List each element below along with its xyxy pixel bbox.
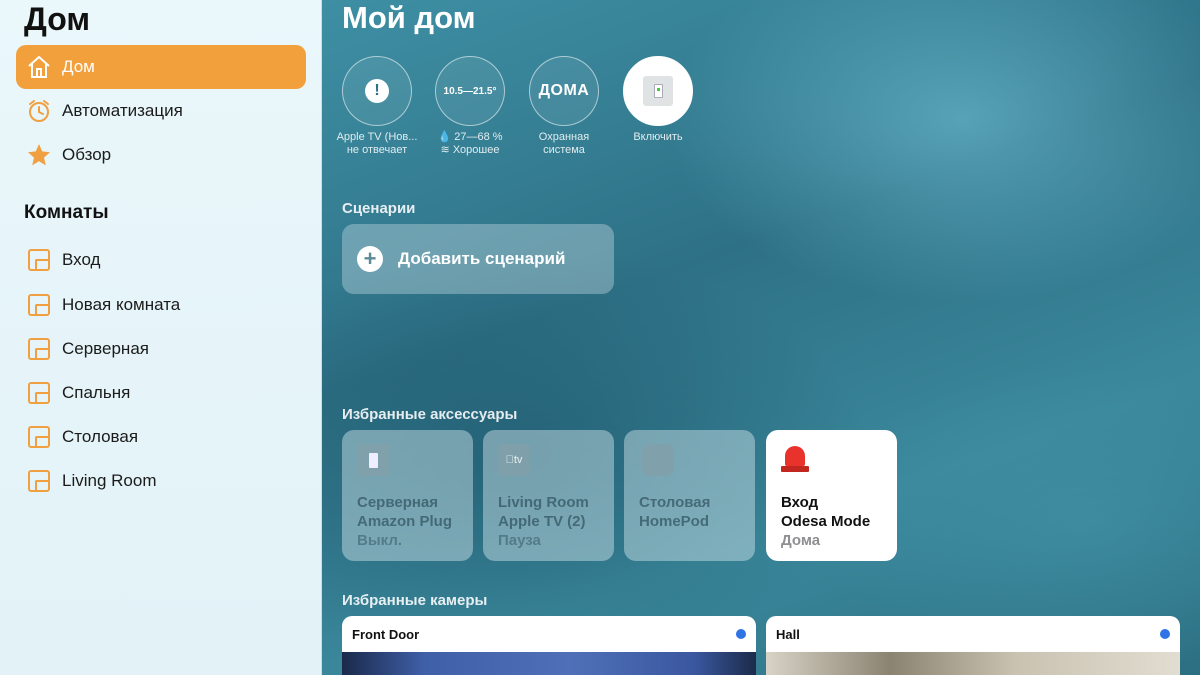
room-icon: [24, 378, 54, 408]
room-icon: [24, 466, 54, 496]
status-plug[interactable]: Включить: [613, 56, 703, 144]
camera-tile[interactable]: Hall: [766, 616, 1180, 675]
sidebar-item-label: Обзор: [62, 145, 112, 164]
sidebar-item-label: Living Room: [62, 471, 157, 490]
status-security[interactable]: ДОМА Охранная система: [519, 56, 609, 157]
room-icon: [24, 334, 54, 364]
status-climate[interactable]: 10.5—21.5° 💧 27—68 % ≋ Хорошее: [425, 56, 515, 157]
sidebar-title: Дом: [24, 1, 90, 37]
homepod-icon: [642, 444, 674, 476]
status-circle: 10.5—21.5°: [435, 56, 505, 126]
camera-preview: [342, 652, 756, 675]
sidebar-item-label: Новая комната: [62, 295, 181, 314]
main-panel: Мой дом ! Apple TV (Нов... не отвечает 1…: [322, 0, 1200, 675]
room-icon: [24, 245, 54, 275]
house-icon: [24, 52, 54, 82]
accessory-name: Вход Odesa Mode: [781, 494, 871, 530]
accessory-name: Столовая HomePod: [639, 494, 711, 530]
siren-icon: [781, 444, 813, 476]
room-icon: [24, 422, 54, 452]
accessory-tile[interactable]: Вход Odesa Mode Дома: [766, 430, 897, 561]
sidebar-item-room[interactable]: Новая комната: [16, 283, 306, 327]
clock-icon: [24, 96, 54, 126]
sidebar-item-label: Спальня: [62, 383, 131, 402]
sidebar-item-room[interactable]: Столовая: [16, 415, 306, 459]
camera-name: Front Door: [352, 626, 420, 642]
accessory-name: Living Room Apple TV (2): [498, 494, 589, 530]
accessory-tile[interactable]: Серверная Amazon Plug Выкл.: [342, 430, 473, 561]
plus-icon: +: [357, 246, 383, 272]
accessory-state: Пауза: [498, 532, 541, 549]
sidebar-item-label: Столовая: [62, 427, 139, 446]
accessory-name: Серверная Amazon Plug: [357, 494, 453, 530]
live-indicator-icon: [1160, 629, 1170, 639]
security-state: ДОМА: [538, 82, 590, 99]
sidebar-item-label: Вход: [62, 250, 101, 269]
sidebar-item-room[interactable]: Living Room: [16, 459, 306, 503]
room-icon: [24, 290, 54, 320]
status-caption: 💧 27—68 % ≋ Хорошее: [437, 131, 503, 156]
plug-icon: [357, 444, 389, 476]
status-circle: ДОМА: [529, 56, 599, 126]
status-caption: Включить: [633, 131, 683, 143]
camera-tile[interactable]: Front Door: [342, 616, 756, 675]
add-scene-label: Добавить сценарий: [398, 249, 566, 268]
sidebar-item-overview[interactable]: Обзор: [16, 133, 306, 177]
sidebar-item-automation[interactable]: Автоматизация: [16, 89, 306, 133]
live-indicator-icon: [736, 629, 746, 639]
page-title: Мой дом: [342, 0, 476, 35]
status-caption: Apple TV (Нов... не отвечает: [336, 131, 418, 156]
camera-name: Hall: [776, 626, 800, 642]
temperature-range: 10.5—21.5°: [443, 85, 497, 97]
favorite-accessories-heading: Избранные аксессуары: [342, 406, 518, 423]
apple-tv-icon: tv: [498, 444, 530, 476]
plug-icon: [643, 76, 673, 106]
status-caption: Охранная система: [538, 131, 590, 156]
sidebar-item-label: Дом: [62, 57, 95, 76]
sidebar-item-label: Серверная: [62, 339, 149, 358]
sidebar-item-room[interactable]: Вход: [16, 238, 306, 282]
accessory-state: Выкл.: [357, 532, 403, 549]
rooms-heading: Комнаты: [24, 202, 109, 223]
accessory-state: Дома: [781, 532, 821, 549]
sidebar-item-room[interactable]: Спальня: [16, 371, 306, 415]
status-apple-tv[interactable]: ! Apple TV (Нов... не отвечает: [332, 56, 422, 157]
favorite-cameras-heading: Избранные камеры: [342, 592, 488, 609]
accessory-tile[interactable]: tv Living Room Apple TV (2) Пауза: [483, 430, 614, 561]
camera-preview: [766, 652, 1180, 675]
status-circle: [623, 56, 693, 126]
sidebar: Дом Дом Автоматизация Обзор Комнаты Вход…: [0, 0, 322, 675]
sidebar-item-label: Автоматизация: [62, 101, 183, 120]
sidebar-item-room[interactable]: Серверная: [16, 327, 306, 371]
status-circle: !: [342, 56, 412, 126]
alert-icon: !: [365, 79, 389, 103]
accessory-tile[interactable]: Столовая HomePod: [624, 430, 755, 561]
add-scene-button[interactable]: + Добавить сценарий: [342, 224, 614, 294]
sidebar-item-home[interactable]: Дом: [16, 45, 306, 89]
scenes-heading: Сценарии: [342, 200, 416, 217]
star-icon: [24, 140, 54, 170]
